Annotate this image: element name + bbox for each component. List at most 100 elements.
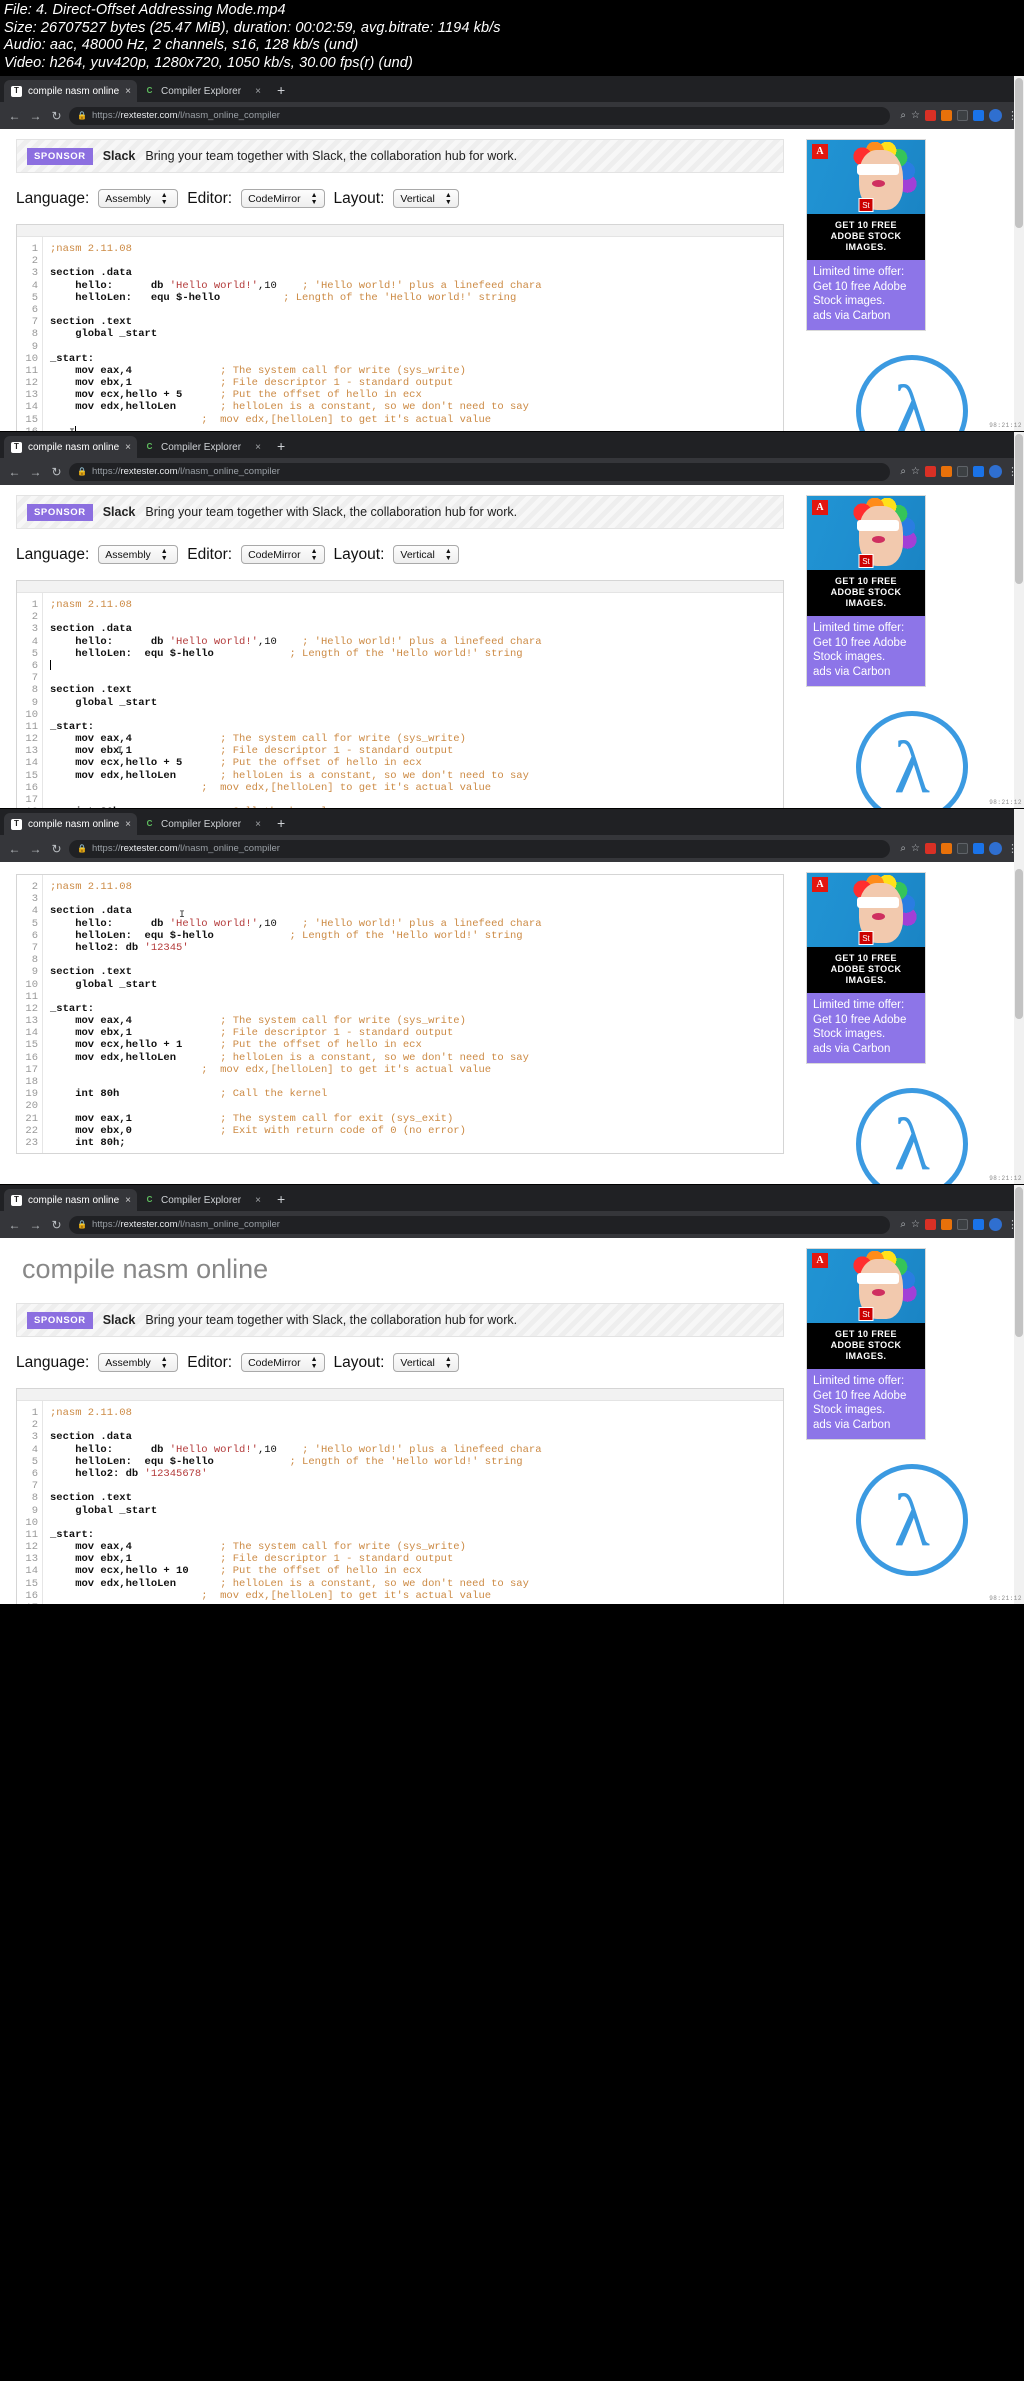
code-line[interactable]: int 80h; bbox=[50, 1137, 783, 1149]
extension-icon-2[interactable] bbox=[941, 466, 952, 477]
carbon-ad[interactable]: A St GET 10 FREE ADOBE STOCK IMAGES. Limited… bbox=[806, 495, 926, 687]
code-line[interactable]: mov ebx,1 ; File descriptor 1 - standard… bbox=[50, 745, 783, 757]
extension-icon-3[interactable] bbox=[957, 466, 968, 477]
code-line[interactable]: _start: bbox=[50, 353, 783, 365]
code-line[interactable]: ;nasm 2.11.08 bbox=[50, 599, 783, 611]
ad-attribution[interactable]: ads via Carbon bbox=[813, 309, 919, 324]
page-scrollbar[interactable] bbox=[1014, 76, 1024, 431]
page-scrollbar[interactable] bbox=[1014, 1185, 1024, 1604]
code-area[interactable]: 123456789101112131415161718192021;nasm 2… bbox=[17, 237, 783, 431]
code-line[interactable]: helloLen: equ $-hello ; Length of the 'H… bbox=[50, 648, 783, 660]
tab-close-icon[interactable]: × bbox=[255, 1195, 261, 1206]
new-tab-button[interactable]: + bbox=[267, 436, 293, 458]
code-line[interactable]: mov edx,helloLen ; helloLen is a constan… bbox=[50, 770, 783, 782]
code-line[interactable] bbox=[50, 255, 783, 267]
code-line[interactable] bbox=[50, 1100, 783, 1112]
code-line[interactable] bbox=[50, 672, 783, 684]
ad-attribution[interactable]: ads via Carbon bbox=[813, 1418, 919, 1433]
code-line[interactable]: mov ebx,1 ; File descriptor 1 - standard… bbox=[50, 1553, 783, 1565]
extension-icon-3[interactable] bbox=[957, 1219, 968, 1230]
code-lines[interactable]: ;nasm 2.11.08 section .data hello: db 'H… bbox=[43, 593, 783, 808]
code-line[interactable]: ;nasm 2.11.08 bbox=[50, 881, 783, 893]
tab-close-icon[interactable]: × bbox=[125, 442, 131, 453]
code-line[interactable]: section .text bbox=[50, 684, 783, 696]
editor-select[interactable]: CodeMirror ▲ ▼ bbox=[241, 1353, 325, 1372]
code-line[interactable]: section .data bbox=[50, 623, 783, 635]
search-icon[interactable]: ⌕ bbox=[900, 843, 906, 854]
code-line[interactable]: global _start bbox=[50, 697, 783, 709]
code-line[interactable]: mov ebx,1 ; File descriptor 1 - standard… bbox=[50, 377, 783, 389]
extension-icon-3[interactable] bbox=[957, 843, 968, 854]
language-select[interactable]: Assembly ▲ ▼ bbox=[98, 545, 179, 564]
code-editor[interactable]: 12345678910111213141516171819202122;nasm… bbox=[16, 580, 784, 808]
carbon-ad[interactable]: A St GET 10 FREE ADOBE STOCK IMAGES. Limited… bbox=[806, 872, 926, 1064]
code-line[interactable]: ; mov edx,[helloLen] to get it's actual … bbox=[50, 1064, 783, 1076]
code-editor[interactable]: 2 3 4 5 6 7 8 9 10 11 12 13 14 15 16 17 18 19 20 21 22 23 ;nas… bbox=[16, 874, 784, 1155]
code-line[interactable]: mov ecx,hello + 5 ; Put the offset of he… bbox=[50, 389, 783, 401]
code-editor[interactable]: 123456789101112131415161718192021;nasm 2… bbox=[16, 1388, 784, 1604]
code-line[interactable]: ; mov edx,[helloLen] to get it's actual … bbox=[50, 782, 783, 794]
avatar[interactable] bbox=[989, 109, 1002, 122]
code-line[interactable]: hello: db 'Hello world!',10 ; 'Hello wor… bbox=[50, 1444, 783, 1456]
extension-icon-2[interactable] bbox=[941, 110, 952, 121]
code-line[interactable]: mov edx,helloLen ; helloLen is a constan… bbox=[50, 401, 783, 413]
avatar[interactable] bbox=[989, 1218, 1002, 1231]
scrollbar-thumb[interactable] bbox=[1015, 1187, 1023, 1337]
tab-close-icon[interactable]: × bbox=[125, 86, 131, 97]
new-tab-button[interactable]: + bbox=[267, 80, 293, 102]
code-line[interactable] bbox=[50, 659, 783, 672]
scrollbar-thumb[interactable] bbox=[1015, 434, 1023, 584]
code-line[interactable]: global _start bbox=[50, 979, 783, 991]
carbon-ad[interactable]: A St GET 10 FREE ADOBE STOCK IMAGES. Limited… bbox=[806, 139, 926, 331]
code-line[interactable]: ; mov edx,[helloLen] to get it's actual … bbox=[50, 414, 783, 426]
code-line[interactable]: mov edx,helloLen ; helloLen is a constan… bbox=[50, 1578, 783, 1590]
ad-attribution[interactable]: ads via Carbon bbox=[813, 665, 919, 680]
editor-select[interactable]: CodeMirror ▲ ▼ bbox=[241, 189, 325, 208]
code-line[interactable] bbox=[50, 611, 783, 623]
code-line[interactable]: _start: bbox=[50, 1529, 783, 1541]
tab-close-icon[interactable]: × bbox=[125, 1195, 131, 1206]
code-line[interactable] bbox=[50, 1076, 783, 1088]
bookmark-star-icon[interactable]: ☆ bbox=[911, 843, 920, 854]
code-line[interactable]: mov ebx,1 ; File descriptor 1 - standard… bbox=[50, 1027, 783, 1039]
code-line[interactable] bbox=[50, 893, 783, 905]
browser-tab-2[interactable]: C Compiler Explorer × bbox=[137, 80, 267, 102]
forward-button[interactable]: → bbox=[27, 110, 44, 122]
sponsor-banner[interactable]: SPONSOR Slack Bring your team together wit… bbox=[16, 495, 784, 529]
extension-icon-1[interactable] bbox=[925, 1219, 936, 1230]
code-line[interactable]: _start: bbox=[50, 1003, 783, 1015]
code-line[interactable]: mov eax,4 ; The system call for write (s… bbox=[50, 733, 783, 745]
reload-button[interactable]: ↻ bbox=[48, 843, 65, 855]
back-button[interactable]: ← bbox=[6, 1219, 23, 1231]
code-line[interactable] bbox=[50, 1480, 783, 1492]
code-line[interactable]: mov ebx,0 ; Exit with return code of 0 (… bbox=[50, 1125, 783, 1137]
browser-tab-2[interactable]: C Compiler Explorer × bbox=[137, 436, 267, 458]
code-line[interactable] bbox=[50, 304, 783, 316]
code-line[interactable]: ;nasm 2.11.08 bbox=[50, 1407, 783, 1419]
code-line[interactable] bbox=[50, 341, 783, 353]
address-bar[interactable]: 🔒 https://rextester.com/l/nasm_online_com… bbox=[69, 1215, 891, 1234]
new-tab-button[interactable]: + bbox=[267, 813, 293, 835]
code-lines[interactable]: ;nasm 2.11.08 section .data hello: db 'H… bbox=[43, 1401, 783, 1604]
code-line[interactable]: mov eax,1 ; The system call for exit (sy… bbox=[50, 1113, 783, 1125]
code-line[interactable]: hello2: db '12345' bbox=[50, 942, 783, 954]
code-line[interactable]: ; mov edx,[helloLen] to get it's actual … bbox=[50, 1590, 783, 1602]
extension-icon-3[interactable] bbox=[957, 110, 968, 121]
code-line[interactable]: section .data bbox=[50, 905, 783, 917]
code-line[interactable]: helloLen: equ $-hello ; Length of the 'H… bbox=[50, 1456, 783, 1468]
bookmark-star-icon[interactable]: ☆ bbox=[911, 1219, 920, 1230]
code-line[interactable]: ;nasm 2.11.08 bbox=[50, 243, 783, 255]
extension-icon-4[interactable] bbox=[973, 466, 984, 477]
code-line[interactable]: section .text bbox=[50, 966, 783, 978]
code-line[interactable]: helloLen: equ $-hello ; Length of the 'H… bbox=[50, 292, 783, 304]
browser-tab-1[interactable]: Tcompile nasm online × bbox=[4, 813, 138, 835]
code-line[interactable]: mov ecx,hello + 5 ; Put the offset of he… bbox=[50, 757, 783, 769]
carbon-ad[interactable]: A St GET 10 FREE ADOBE STOCK IMAGES. Limited… bbox=[806, 1248, 926, 1440]
code-area[interactable]: 2 3 4 5 6 7 8 9 10 11 12 13 14 15 16 17 18 19 20 21 22 23 ;nas… bbox=[17, 875, 783, 1154]
code-line[interactable]: hello: db 'Hello world!',10 ; 'Hello wor… bbox=[50, 636, 783, 648]
tab-close-icon[interactable]: × bbox=[125, 819, 131, 830]
browser-tab-2[interactable]: C Compiler Explorer × bbox=[137, 813, 267, 835]
code-line[interactable]: hello: db 'Hello world!',10 ; 'Hello wor… bbox=[50, 918, 783, 930]
code-line[interactable] bbox=[50, 1517, 783, 1529]
extension-icon-4[interactable] bbox=[973, 1219, 984, 1230]
